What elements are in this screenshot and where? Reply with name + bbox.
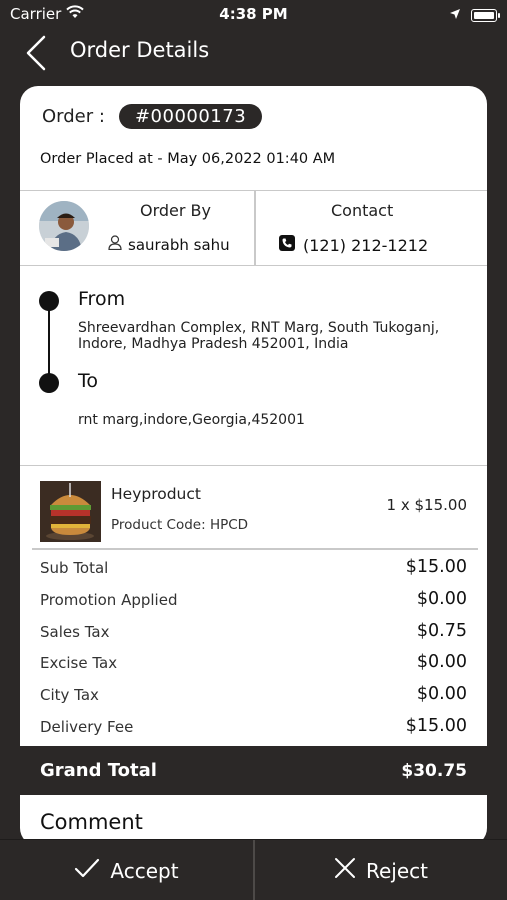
phone-icon [279,235,295,255]
customer-name: saurabh sahu [128,235,230,254]
total-row: Delivery Fee $15.00 [20,715,487,747]
product-code: Product Code: HPCD [111,517,249,533]
action-bar: Accept Reject [0,839,507,900]
product-quantity-price: 1 x $15.00 [386,496,467,514]
order-label: Order : [42,106,105,127]
battery-icon [471,8,500,22]
checkmark-icon [74,857,100,884]
order-info-box: Order By saurabh sahu Contact (121) 212-… [20,190,487,266]
contact-phone[interactable]: (121) 212-1212 [303,236,428,255]
status-time: 4:38 PM [219,5,288,23]
order-placed-at: Order Placed at - May 06,2022 01:40 AM [40,151,336,167]
total-row: Excise Tax $0.00 [20,651,487,683]
total-row: Promotion Applied $0.00 [20,588,487,620]
delivery-route: From Shreevardhan Complex, RNT Marg, Sou… [20,266,487,466]
total-value: $0.75 [416,620,467,641]
grand-total-value: $30.75 [401,761,467,781]
total-row: City Tax $0.00 [20,683,487,715]
total-value: $15.00 [405,715,467,736]
total-value: $0.00 [416,684,467,705]
status-bar: Carrier 4:38 PM [0,0,507,28]
comment-heading: Comment [40,810,143,834]
totals-list: Sub Total $15.00 Promotion Applied $0.00… [20,556,487,747]
status-right [449,6,500,24]
total-row: Sub Total $15.00 [20,556,487,588]
total-label: Delivery Fee [40,717,134,736]
chevron-left-icon[interactable] [22,34,52,72]
user-icon [108,235,122,254]
total-label: Excise Tax [40,654,118,673]
page-title: Order Details [70,38,210,62]
to-dot [39,373,59,393]
nav-bar: Order Details [0,28,507,78]
from-label: From [78,288,126,310]
total-row: Sales Tax $0.75 [20,620,487,652]
product-divider [32,548,478,550]
total-label: Sales Tax [40,622,110,641]
order-card: Order : #00000173 Order Placed at - May … [20,86,487,846]
to-label: To [78,370,99,392]
customer-row: saurabh sahu [108,235,230,254]
product-image [40,481,101,542]
total-label: Promotion Applied [40,590,178,609]
contact-phone-row[interactable]: (121) 212-1212 [279,235,428,255]
total-value: $0.00 [416,588,467,609]
reject-label: Reject [365,858,428,883]
from-address: Shreevardhan Complex, RNT Marg, South Tu… [78,320,440,352]
accept-label: Accept [110,858,179,883]
info-divider [254,191,256,265]
order-by-label: Order By [140,201,211,220]
order-number-badge: #00000173 [118,104,263,129]
avatar [39,201,89,251]
total-label: Sub Total [40,559,109,577]
total-value: $0.00 [416,652,467,673]
grand-total-label: Grand Total [40,760,157,781]
product-name: Heyproduct [111,485,201,503]
route-line [48,300,50,382]
total-value: $15.00 [405,557,467,577]
location-arrow-icon [449,6,461,24]
contact-label: Contact [331,201,394,220]
total-label: City Tax [40,686,99,705]
accept-button[interactable]: Accept [0,840,253,900]
grand-total-bar: Grand Total $30.75 [20,746,487,795]
order-number-row: Order : #00000173 [42,104,263,129]
close-icon [334,857,356,884]
product-item: Heyproduct Product Code: HPCD 1 x $15.00 [20,466,487,548]
reject-button[interactable]: Reject [255,840,507,900]
to-address: rnt marg,indore,Georgia,452001 [78,412,305,428]
